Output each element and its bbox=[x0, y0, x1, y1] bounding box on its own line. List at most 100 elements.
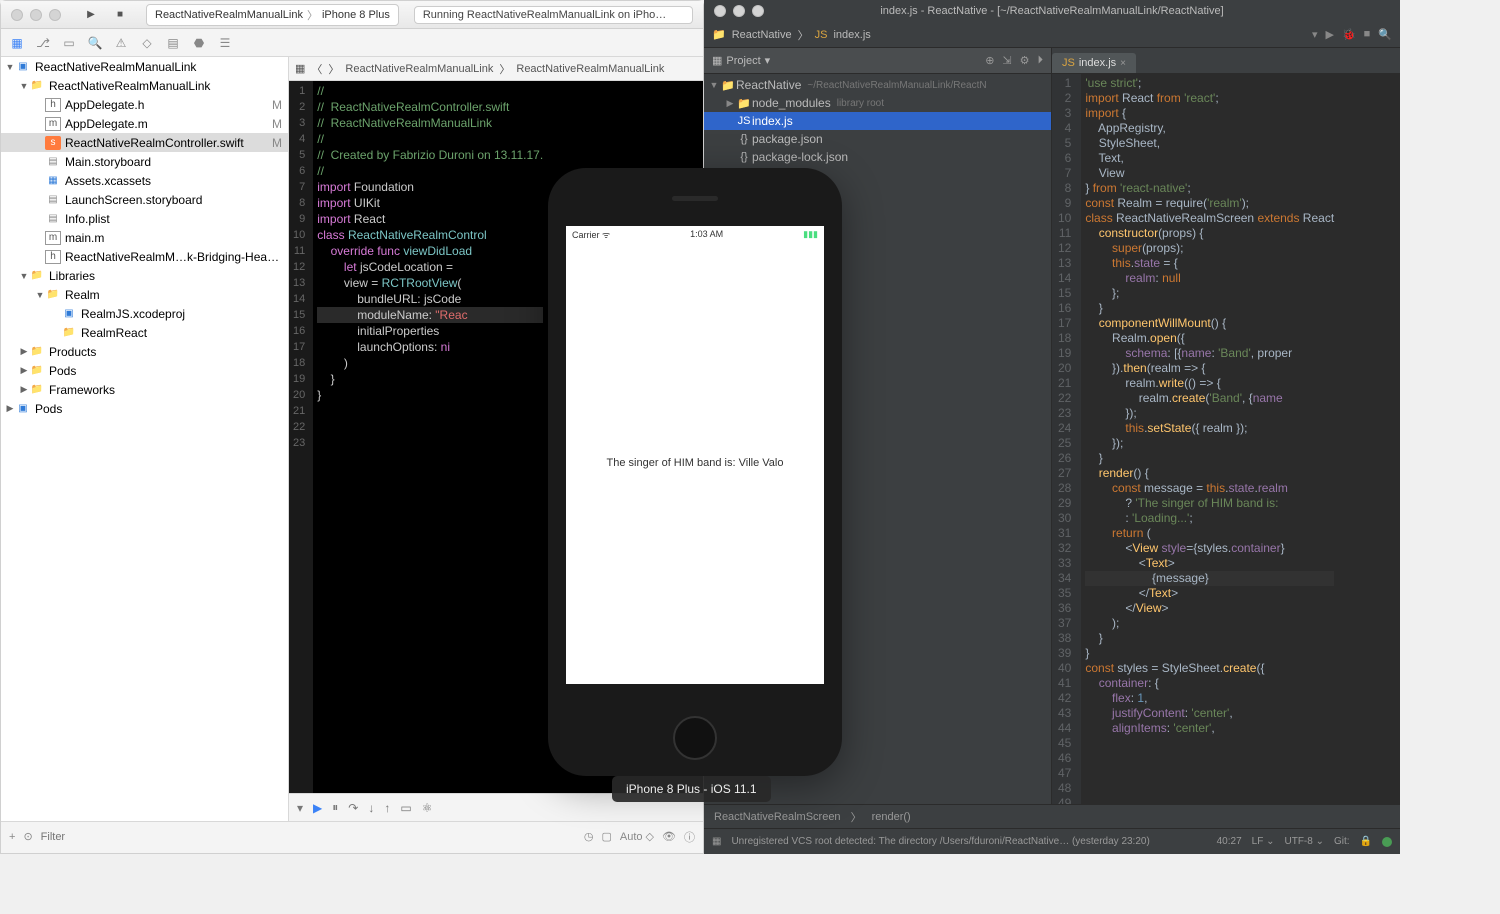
stop-button[interactable]: ■ bbox=[1364, 28, 1371, 41]
simulator-caption: iPhone 8 Plus - iOS 11.1 bbox=[612, 776, 771, 802]
auto-label[interactable]: Auto ◇ bbox=[620, 830, 654, 843]
scm-icon[interactable]: ▢ bbox=[601, 830, 611, 843]
git-label[interactable]: Git: bbox=[1334, 836, 1350, 847]
crumb-folder[interactable]: ReactNative bbox=[732, 29, 792, 41]
tree-row[interactable]: ▦Assets.xcassets bbox=[1, 171, 288, 190]
tree-row[interactable]: hAppDelegate.hM bbox=[1, 95, 288, 114]
tree-row[interactable]: ▣RealmJS.xcodeproj bbox=[1, 304, 288, 323]
step-into-icon[interactable]: ↓ bbox=[368, 801, 374, 815]
window-controls[interactable] bbox=[714, 5, 764, 17]
related-items-icon[interactable]: ▦ bbox=[295, 62, 305, 75]
status-indicator[interactable] bbox=[1382, 837, 1392, 847]
tree-row[interactable]: {}package.json bbox=[704, 130, 1051, 148]
report-navigator-icon[interactable]: ☰ bbox=[217, 36, 233, 50]
project-navigator[interactable]: ▼▣ReactNativeRealmManualLink▼📁ReactNativ… bbox=[1, 57, 289, 821]
encoding[interactable]: UTF-8 ⌄ bbox=[1284, 836, 1324, 847]
line-separator[interactable]: LF ⌄ bbox=[1252, 836, 1275, 847]
pause-icon[interactable]: ⏸ bbox=[332, 800, 338, 815]
tree-row[interactable]: ▤Info.plist bbox=[1, 209, 288, 228]
source-control-icon[interactable]: ⎇ bbox=[35, 36, 51, 50]
add-icon[interactable]: + bbox=[9, 831, 15, 843]
carrier-label: Carrier ᯤ bbox=[572, 228, 610, 241]
project-scope-icon: ▦ bbox=[712, 54, 722, 67]
crumb-file[interactable]: index.js bbox=[833, 29, 870, 41]
code-lines[interactable]: //// ReactNativeRealmController.swift// … bbox=[313, 81, 547, 793]
hide-icon[interactable]: ⏵ bbox=[1038, 54, 1044, 67]
run-button[interactable]: ▶ bbox=[80, 6, 102, 24]
tree-row[interactable]: ▼📁Realm bbox=[1, 285, 288, 304]
tree-row[interactable]: ▼📁ReactNative~/ReactNativeRealmManualLin… bbox=[704, 76, 1051, 94]
tree-row[interactable]: JSindex.js bbox=[704, 112, 1051, 130]
tree-row[interactable]: ▼▣ReactNativeRealmManualLink bbox=[1, 57, 288, 76]
debug-button[interactable]: 🐞 bbox=[1342, 28, 1356, 41]
symbol-navigator-icon[interactable]: ▭ bbox=[61, 36, 77, 50]
tree-row[interactable]: ▤Main.storyboard bbox=[1, 152, 288, 171]
tree-row[interactable]: 📁RealmReact bbox=[1, 323, 288, 342]
recent-icon[interactable]: ◷ bbox=[584, 830, 594, 843]
tree-row[interactable]: ▶📁node_moduleslibrary root bbox=[704, 94, 1051, 112]
tool-window-icon[interactable]: ▦ bbox=[712, 836, 721, 847]
quicklook-icon[interactable]: 👁 bbox=[662, 830, 676, 843]
cursor-position[interactable]: 40:27 bbox=[1217, 836, 1242, 847]
tree-row[interactable]: ▤LaunchScreen.storyboard bbox=[1, 190, 288, 209]
breakpoint-navigator-icon[interactable]: ⬣ bbox=[191, 36, 207, 50]
project-navigator-icon[interactable]: ▦ bbox=[9, 36, 25, 50]
tree-row[interactable]: ▼📁Libraries bbox=[1, 266, 288, 285]
jump-bar[interactable]: ▦ 〈 〉 ReactNativeRealmManualLink 〉 React… bbox=[289, 57, 703, 81]
tree-row[interactable]: ▶📁Products bbox=[1, 342, 288, 361]
info-icon[interactable]: ⓘ bbox=[684, 829, 695, 845]
jumpbar-crumb[interactable]: ReactNativeRealmManualLink bbox=[345, 63, 493, 75]
tree-row[interactable]: sReactNativeRealmController.swiftM bbox=[1, 133, 288, 152]
breadcrumb-bar[interactable]: ReactNativeRealmScreen 〉 render() bbox=[704, 804, 1400, 828]
tree-row[interactable]: ▶📁Pods bbox=[1, 361, 288, 380]
js-file-icon: JS bbox=[815, 29, 828, 41]
settings-icon[interactable]: ⚙ bbox=[1020, 54, 1030, 67]
home-button[interactable] bbox=[673, 716, 717, 760]
tree-row[interactable]: ▶▣Pods bbox=[1, 399, 288, 418]
collapse-icon[interactable]: ⇲ bbox=[1002, 54, 1011, 67]
step-over-icon[interactable]: ↷ bbox=[348, 801, 358, 815]
debug-navigator-icon[interactable]: ▤ bbox=[165, 36, 181, 50]
folder-icon: 📁 bbox=[712, 28, 726, 41]
step-out-icon[interactable]: ↑ bbox=[384, 801, 390, 815]
status-bar: ▦ Unregistered VCS root detected: The di… bbox=[704, 828, 1400, 854]
memory-graph-icon[interactable]: ⚛ bbox=[422, 801, 433, 815]
window-controls[interactable] bbox=[11, 9, 61, 21]
status-message[interactable]: Unregistered VCS root detected: The dire… bbox=[731, 836, 1206, 847]
run-button[interactable]: ▶ bbox=[1325, 28, 1333, 41]
code-lines[interactable]: 'use strict';import React from 'react';i… bbox=[1081, 74, 1338, 804]
close-tab-icon[interactable]: × bbox=[1120, 58, 1126, 69]
editor-tab[interactable]: JS index.js × bbox=[1052, 53, 1136, 73]
scheme-selector[interactable]: ReactNativeRealmManualLink 〉 iPhone 8 Pl… bbox=[146, 4, 399, 26]
find-navigator-icon[interactable]: 🔍 bbox=[87, 36, 103, 50]
issue-navigator-icon[interactable]: ⚠ bbox=[113, 36, 129, 50]
tree-row[interactable]: {}package-lock.json bbox=[704, 148, 1051, 166]
tree-row[interactable]: mmain.m bbox=[1, 228, 288, 247]
back-icon[interactable]: 〈 bbox=[311, 61, 322, 77]
lock-icon[interactable]: 🔒 bbox=[1360, 836, 1372, 847]
hide-debug-icon[interactable]: ▾ bbox=[297, 801, 303, 815]
locate-icon[interactable]: ⊕ bbox=[985, 54, 994, 67]
test-navigator-icon[interactable]: ◇ bbox=[139, 36, 155, 50]
js-file-icon: JS bbox=[1062, 57, 1075, 69]
project-header[interactable]: ▦ Project ▾ ⊕ ⇲ ⚙ ⏵ bbox=[704, 48, 1051, 74]
breadcrumb-method[interactable]: render() bbox=[872, 811, 911, 823]
navigator-toolbar: ▦ ⎇ ▭ 🔍 ⚠ ◇ ▤ ⬣ ☰ bbox=[1, 29, 703, 57]
tree-row[interactable]: mAppDelegate.mM bbox=[1, 114, 288, 133]
breadcrumb-class[interactable]: ReactNativeRealmScreen bbox=[714, 811, 841, 823]
simulator-screen[interactable]: Carrier ᯤ 1:03 AM ▮▮▮ The singer of HIM … bbox=[566, 226, 824, 684]
tree-row[interactable]: ▶📁Frameworks bbox=[1, 380, 288, 399]
forward-icon[interactable]: 〉 bbox=[328, 61, 339, 77]
activity-status: Running ReactNativeRealmManualLink on iP… bbox=[414, 6, 693, 24]
chevron-down-icon[interactable]: ▾ bbox=[765, 54, 771, 67]
code-editor[interactable]: 1234567891011121314151617181920212223242… bbox=[1052, 74, 1400, 804]
filter-input[interactable] bbox=[41, 831, 576, 843]
stop-button[interactable]: ■ bbox=[109, 6, 131, 24]
view-debug-icon[interactable]: ▭ bbox=[400, 801, 411, 815]
breakpoints-icon[interactable]: ▶ bbox=[313, 801, 322, 815]
tree-row[interactable]: hReactNativeRealmM…k-Bridging-Header.h bbox=[1, 247, 288, 266]
search-icon[interactable]: 🔍 bbox=[1378, 28, 1392, 41]
run-config-dropdown[interactable]: ▾ bbox=[1312, 28, 1318, 41]
jumpbar-crumb[interactable]: ReactNativeRealmManualLink bbox=[516, 63, 664, 75]
tree-row[interactable]: ▼📁ReactNativeRealmManualLink bbox=[1, 76, 288, 95]
